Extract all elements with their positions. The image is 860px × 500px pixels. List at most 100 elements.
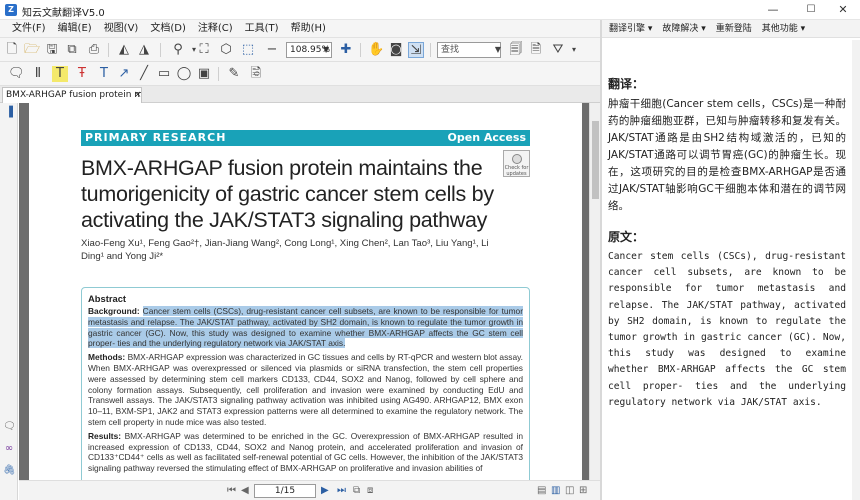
- attachment-icon[interactable]: 🗟: [248, 66, 264, 82]
- close-button[interactable]: ✕: [826, 0, 860, 20]
- search-prev-icon[interactable]: 🗐: [508, 42, 524, 58]
- last-page-icon[interactable]: ⏭: [337, 483, 346, 499]
- results-label: Results:: [88, 430, 122, 441]
- edit-icon[interactable]: ✎: [226, 66, 242, 82]
- results-text: BMX-ARHGAP was determined to be enriched…: [88, 430, 523, 474]
- abstract-box: Abstract Background: Cancer stem cells (…: [81, 287, 530, 480]
- toolbar-separator: [430, 43, 431, 57]
- chevron-down-icon[interactable]: ▼: [490, 42, 506, 58]
- chevron-down-icon[interactable]: ▼: [323, 42, 329, 58]
- abstract-background: Background: Cancer stem cells (CSCs), dr…: [88, 306, 523, 349]
- abstract-methods: Methods: BMX-ARHGAP expression was chara…: [88, 352, 523, 428]
- comments-icon[interactable]: 🗨: [3, 421, 16, 433]
- copy-icon[interactable]: ⧉: [64, 42, 80, 58]
- line-icon[interactable]: ╱: [136, 66, 152, 82]
- journal-banner: PRIMARY RESEARCH Open Access: [81, 130, 530, 146]
- underline-icon[interactable]: T: [96, 66, 112, 82]
- fit-page-icon[interactable]: ⛶: [196, 42, 212, 58]
- highlight-icon[interactable]: T: [52, 66, 68, 82]
- flip-right-icon[interactable]: ◮: [136, 42, 152, 58]
- other-functions-menu[interactable]: 其他功能 ▾: [757, 20, 810, 37]
- toolbar-separator: [160, 43, 161, 57]
- search-next-icon[interactable]: 🗎: [528, 42, 544, 58]
- menu-view[interactable]: 视图(V): [98, 20, 145, 37]
- open-folder-icon[interactable]: 🗁: [24, 42, 40, 58]
- select-area-icon[interactable]: ⬚: [240, 42, 256, 58]
- first-page-icon[interactable]: ⏮: [227, 483, 236, 499]
- scrollbar-thumb[interactable]: [592, 121, 599, 199]
- flip-left-icon[interactable]: ◭: [116, 42, 132, 58]
- check-for-updates-badge[interactable]: Check for updates: [503, 150, 530, 177]
- translation-heading: 翻译：: [608, 77, 645, 91]
- original-text[interactable]: Cancer stem cells (CSCs), drug-resistant…: [608, 249, 846, 411]
- status-bar: ⏮ ◀ 1/15 ▶ ⏭ ⧉ ⧈ ▤ ▥ ◫ ⊞: [19, 480, 600, 500]
- new-file-icon[interactable]: 🗋: [4, 42, 20, 58]
- document-scrollbar[interactable]: [589, 103, 600, 480]
- translation-panel: 翻译引擎 ▾ 故障解决 ▾ 重新登陆 其他功能 ▾ 翻译： 肿瘤干细胞(Canc…: [602, 20, 860, 500]
- zoom-icon[interactable]: ⚲: [170, 42, 186, 58]
- toolbar-separator: [218, 67, 219, 81]
- page-number-field[interactable]: 1/15: [254, 484, 316, 498]
- continuous-view-icon[interactable]: ▥: [551, 483, 560, 499]
- stamp-icon[interactable]: ▣: [196, 66, 212, 82]
- document-tab[interactable]: BMX-ARHGAP fusion protein m... ×: [2, 87, 142, 103]
- document-tab-bar: BMX-ARHGAP fusion protein m... ×: [0, 86, 600, 103]
- relogin-button[interactable]: 重新登陆: [711, 20, 757, 37]
- left-sidebar-rail: ▐ 🗨 ∞ 🖇: [0, 103, 18, 500]
- document-tab-label: BMX-ARHGAP fusion protein m...: [6, 90, 142, 100]
- menu-tools[interactable]: 工具(T): [239, 20, 285, 37]
- selected-background-text[interactable]: Cancer stem cells (CSCs), drug-resistant…: [88, 306, 523, 349]
- rotate-icon[interactable]: ⬡: [218, 42, 234, 58]
- ellipse-icon[interactable]: ◯: [176, 66, 192, 82]
- zoom-out-icon[interactable]: −: [264, 42, 280, 58]
- document-viewer[interactable]: PRIMARY RESEARCH Open Access Check for u…: [19, 103, 589, 480]
- menu-help[interactable]: 帮助(H): [285, 20, 332, 37]
- translation-engine-menu[interactable]: 翻译引擎 ▾: [604, 20, 657, 37]
- main-toolbar: 🗋 🗁 🖫 ⧉ ⎙ ◭ ◮ ⚲ ▾ ⛶ ⬡ ⬚ − 108.95% ▼ ✚ ✋ …: [0, 38, 600, 62]
- hand-tool-icon[interactable]: ✋: [368, 42, 384, 58]
- troubleshoot-menu[interactable]: 故障解决 ▾: [657, 20, 710, 37]
- attachments-icon[interactable]: 🖇: [3, 465, 16, 477]
- previous-page-icon[interactable]: ◀: [241, 483, 249, 499]
- menu-edit[interactable]: 编辑(E): [52, 20, 98, 37]
- page-back-icon[interactable]: ⧉: [353, 483, 360, 499]
- background-label: Background:: [88, 306, 140, 316]
- select-text-icon[interactable]: ⇲: [408, 42, 424, 58]
- strikethrough-icon[interactable]: Ŧ: [74, 66, 90, 82]
- filter-icon[interactable]: ⛛: [550, 42, 566, 58]
- window-title: 知云文献翻译V5.0: [22, 8, 105, 19]
- minimize-button[interactable]: —: [756, 0, 790, 20]
- snapshot-icon[interactable]: ◙: [388, 42, 404, 58]
- text-box-icon[interactable]: Ⅱ: [30, 66, 46, 82]
- title-bar: Z 知云文献翻译V5.0 — ☐ ✕: [0, 0, 860, 20]
- single-page-view-icon[interactable]: ▤: [537, 483, 546, 499]
- author-list: Xiao-Feng Xu¹, Feng Gao²†, Jian-Jiang Wa…: [81, 238, 489, 262]
- check-for-updates-label: Check for updates: [504, 165, 529, 177]
- toolbar-separator: [108, 43, 109, 57]
- menu-file[interactable]: 文件(F): [6, 20, 52, 37]
- chevron-down-icon[interactable]: ▾: [566, 42, 582, 58]
- bookmark-icon[interactable]: ▐: [3, 107, 15, 119]
- print-icon[interactable]: ⎙: [86, 42, 102, 58]
- save-icon[interactable]: 🖫: [44, 42, 60, 58]
- toolbar-separator: [360, 43, 361, 57]
- abstract-heading: Abstract: [88, 293, 127, 304]
- translation-scrollbar[interactable]: [852, 40, 860, 500]
- two-page-view-icon[interactable]: ◫: [565, 483, 574, 499]
- translation-text[interactable]: 肿瘤干细胞(Cancer stem cells，CSCs)是一种耐药的肿瘤细胞亚…: [608, 96, 846, 215]
- links-icon[interactable]: ∞: [3, 443, 15, 455]
- arrow-icon[interactable]: ↗: [116, 66, 132, 82]
- tab-close-icon[interactable]: ×: [134, 88, 141, 103]
- note-icon[interactable]: 🗨: [8, 66, 25, 82]
- menu-comment[interactable]: 注释(C): [192, 20, 239, 37]
- two-page-continuous-icon[interactable]: ⊞: [579, 483, 587, 499]
- open-access-label: Open Access: [447, 131, 526, 144]
- rectangle-icon[interactable]: ▭: [156, 66, 172, 82]
- zoom-in-icon[interactable]: ✚: [338, 42, 354, 58]
- maximize-button[interactable]: ☐: [794, 0, 828, 20]
- page-forward-icon[interactable]: ⧈: [367, 483, 373, 499]
- next-page-icon[interactable]: ▶: [321, 483, 329, 499]
- pdf-page[interactable]: PRIMARY RESEARCH Open Access Check for u…: [29, 103, 582, 480]
- menu-document[interactable]: 文档(D): [144, 20, 192, 37]
